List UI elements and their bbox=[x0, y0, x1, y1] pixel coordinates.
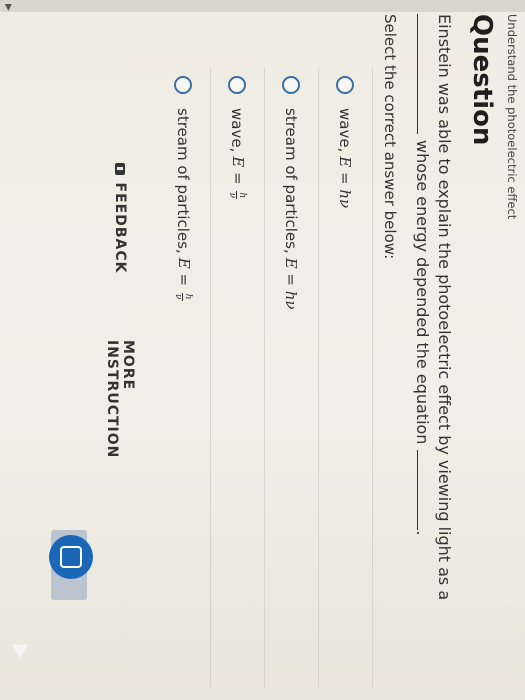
question-line2-end: . bbox=[413, 530, 432, 536]
option-equation: E = hν bbox=[282, 257, 300, 310]
feedback-label: FEEDBACK bbox=[112, 182, 128, 274]
radio-button[interactable] bbox=[336, 76, 354, 94]
option-label: stream of particles, bbox=[282, 108, 300, 254]
radio-button[interactable] bbox=[282, 76, 300, 94]
fraction-numerator: h bbox=[236, 191, 248, 200]
question-line2-row: whose energy depended the equation. bbox=[411, 14, 433, 614]
option-label: wave, bbox=[228, 108, 246, 153]
question-text: Einstein was able to explain the photoel… bbox=[411, 14, 455, 614]
option-label: stream of particles, bbox=[174, 108, 192, 254]
chat-bubble-icon bbox=[60, 546, 82, 568]
answer-option-3[interactable]: wave, E = h ν bbox=[210, 68, 265, 688]
fraction: h ν bbox=[227, 191, 248, 200]
scroll-arrow-icon[interactable]: ▶ bbox=[3, 4, 13, 11]
chat-icon[interactable] bbox=[49, 535, 93, 579]
equation-prefix: E = bbox=[174, 257, 193, 287]
option-equation: E = h ν bbox=[227, 156, 248, 200]
question-line2: whose energy depended the equation bbox=[413, 140, 432, 445]
feedback-button[interactable]: FEEDBACK bbox=[99, 148, 141, 288]
equation-prefix: E = bbox=[228, 156, 247, 185]
answer-blank-2 bbox=[417, 450, 432, 531]
answer-prompt: Select the correct answer below: bbox=[381, 14, 399, 260]
radio-button[interactable] bbox=[228, 76, 246, 94]
answer-option-4[interactable]: stream of particles, E = h ν bbox=[156, 68, 211, 688]
option-label: wave, bbox=[336, 108, 354, 153]
fraction-denominator: ν bbox=[173, 293, 184, 300]
option-equation: E = hν bbox=[336, 156, 354, 209]
radio-button[interactable] bbox=[174, 76, 192, 94]
fraction-denominator: ν bbox=[227, 192, 238, 199]
answer-blank-1 bbox=[417, 14, 432, 134]
answer-option-2[interactable]: stream of particles, E = hν bbox=[264, 68, 319, 688]
mouse-cursor-icon bbox=[11, 637, 33, 659]
question-page: ▶ Understand the photoelectric effect Qu… bbox=[0, 0, 525, 700]
page-title: Question bbox=[467, 14, 497, 146]
question-line1: Einstein was able to explain the photoel… bbox=[435, 14, 454, 601]
page-gutter bbox=[0, 0, 525, 12]
more-instruction-button[interactable]: MORE INSTRUCTION bbox=[99, 340, 141, 510]
feedback-icon bbox=[115, 162, 125, 175]
breadcrumb: Understand the photoelectric effect bbox=[505, 14, 519, 220]
answer-option-1[interactable]: wave, E = hν bbox=[318, 68, 373, 688]
option-equation: E = h ν bbox=[173, 258, 193, 301]
fraction-numerator: h bbox=[182, 292, 194, 301]
fraction: h ν bbox=[173, 292, 194, 301]
more-instruction-label: MORE INSTRUCTION bbox=[104, 340, 136, 459]
